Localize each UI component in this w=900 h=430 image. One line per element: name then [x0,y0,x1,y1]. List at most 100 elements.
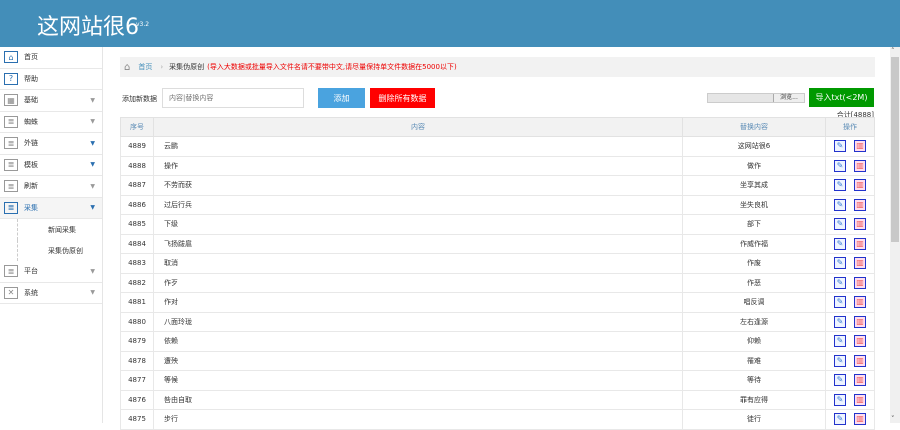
edit-icon[interactable]: ✎ [834,354,846,367]
row-content: 步行 [153,409,683,430]
sidebar-item[interactable]: ▦ 基础 ▼ [0,90,102,112]
tools-icon: ✕ [4,286,18,299]
row-id: 4880 [120,312,154,332]
row-replace: 罪有应得 [682,390,826,410]
sidebar-item[interactable]: ≣ 模板 ▼ [0,155,102,176]
toolbar: 添加新数据 添加 删除所有数据 浏览... 导入txt(<2M) [120,88,875,108]
row-content: 作对 [153,292,683,313]
doc-icon: ≣ [4,180,18,193]
row-replace: 坐享其成 [682,175,826,196]
row-content: 等候 [153,370,683,391]
doc-icon: ≣ [4,201,18,214]
trash-icon[interactable]: ▥ [854,374,866,387]
delete-all-button[interactable]: 删除所有数据 [370,88,435,108]
sidebar-item[interactable]: ≣ 外链 ▼ [0,133,102,155]
breadcrumb-separator: › [160,63,164,71]
sidebar-item[interactable]: ≣ 平台 ▼ [0,261,102,283]
edit-icon[interactable]: ✎ [834,393,846,406]
table-row: 4878 遭殃 罹难 ✎ ▥ [120,351,875,371]
table-row: 4880 八面玲珑 左右逢源 ✎ ▥ [120,312,875,332]
edit-icon[interactable]: ✎ [834,335,846,348]
chevron-down-icon: ▼ [90,289,95,297]
edit-icon[interactable]: ✎ [834,315,846,328]
sidebar-item-label: 基础 [24,96,38,105]
sidebar-subitem[interactable]: 采集伪原创 [17,240,102,261]
sidebar-item[interactable]: ≣ 采集 ▼ [0,197,102,219]
row-content: 操作 [153,156,683,176]
file-input[interactable]: 浏览... [707,93,805,103]
trash-icon[interactable]: ▥ [854,237,866,250]
table-row: 4884 飞扬跋扈 作威作福 ✎ ▥ [120,234,875,254]
scroll-up-icon[interactable]: ˄ [891,47,895,55]
row-replace: 作废 [682,253,826,274]
trash-icon[interactable]: ▥ [854,393,866,406]
browse-button[interactable]: 浏览... [773,94,804,102]
sidebar-subitem[interactable]: 新闻采集 [17,219,102,240]
edit-icon[interactable]: ✎ [834,140,846,153]
content-input[interactable] [162,88,304,108]
trash-icon[interactable]: ▥ [854,257,866,270]
edit-icon[interactable]: ✎ [834,198,846,211]
trash-icon[interactable]: ▥ [854,179,866,192]
scroll-down-icon[interactable]: ˅ [891,415,895,423]
row-id: 4882 [120,273,154,293]
row-id: 4888 [120,156,154,176]
chevron-down-icon: ▼ [90,139,95,147]
row-id: 4889 [120,136,154,157]
row-content: 依赖 [153,331,683,352]
edit-icon[interactable]: ✎ [834,296,846,309]
table-row: 4882 作歹 作恶 ✎ ▥ [120,273,875,293]
trash-icon[interactable]: ▥ [854,315,866,328]
sidebar-item[interactable]: ≣ 蜘蛛 ▼ [0,112,102,133]
edit-icon[interactable]: ✎ [834,179,846,192]
breadcrumb-home[interactable]: 首页 [138,62,152,72]
trash-icon[interactable]: ▥ [854,276,866,289]
table-row: 4883 取消 作废 ✎ ▥ [120,253,875,274]
trash-icon[interactable]: ▥ [854,159,866,172]
home-icon: ⌂ [4,51,18,64]
row-content: 不劳而获 [153,175,683,196]
row-content: 取消 [153,253,683,274]
trash-icon[interactable]: ▥ [854,198,866,211]
edit-icon[interactable]: ✎ [834,374,846,387]
edit-icon[interactable]: ✎ [834,413,846,426]
table-row: 4881 作对 唱反调 ✎ ▥ [120,292,875,313]
row-content: 过后行兵 [153,195,683,215]
trash-icon[interactable]: ▥ [854,335,866,348]
row-id: 4877 [120,370,154,391]
edit-icon[interactable]: ✎ [834,257,846,270]
app-version: v3.2 [136,21,150,28]
add-button[interactable]: 添加 [318,88,365,108]
grid-icon: ▦ [4,94,18,107]
sidebar-item-label: 蜘蛛 [24,117,38,126]
sidebar-item-label: 帮助 [24,74,38,83]
row-id: 4884 [120,234,154,254]
sidebar-item[interactable]: ? 帮助 [0,69,102,90]
app-title: 这网站很6 [37,15,139,40]
doc-icon: ≣ [4,137,18,150]
sidebar-item[interactable]: ⌂ 首页 [0,47,102,69]
sidebar-item-label: 平台 [24,267,38,276]
trash-icon[interactable]: ▥ [854,413,866,426]
sidebar-item[interactable]: ✕ 系统 ▼ [0,283,102,304]
scrollbar[interactable]: ˄ ˅ [890,47,900,423]
row-replace: 左右逢源 [682,312,826,332]
edit-icon[interactable]: ✎ [834,218,846,231]
trash-icon[interactable]: ▥ [854,296,866,309]
trash-icon[interactable]: ▥ [854,140,866,153]
row-replace: 作恶 [682,273,826,293]
breadcrumb: ⌂ 首页 › 采集伪原创 (导入大数据或批量导入文件名请不要带中文,请尽量保持单… [120,57,875,77]
table-row: 4875 步行 徒行 ✎ ▥ [120,409,875,430]
home-icon[interactable]: ⌂ [124,62,130,73]
scrollbar-thumb[interactable] [891,57,899,242]
trash-icon[interactable]: ▥ [854,218,866,231]
row-replace: 作威作福 [682,234,826,254]
edit-icon[interactable]: ✎ [834,237,846,250]
edit-icon[interactable]: ✎ [834,276,846,289]
row-content: 飞扬跋扈 [153,234,683,254]
edit-icon[interactable]: ✎ [834,159,846,172]
import-button[interactable]: 导入txt(<2M) [809,88,874,107]
trash-icon[interactable]: ▥ [854,354,866,367]
data-table: 序号 内容 替换内容 操作 4889 云鹏 这网站很6 ✎ ▥ 4888 操作 做作 ✎ ▥ 488… [120,117,875,430]
sidebar-item[interactable]: ≣ 刷新 ▼ [0,176,102,198]
